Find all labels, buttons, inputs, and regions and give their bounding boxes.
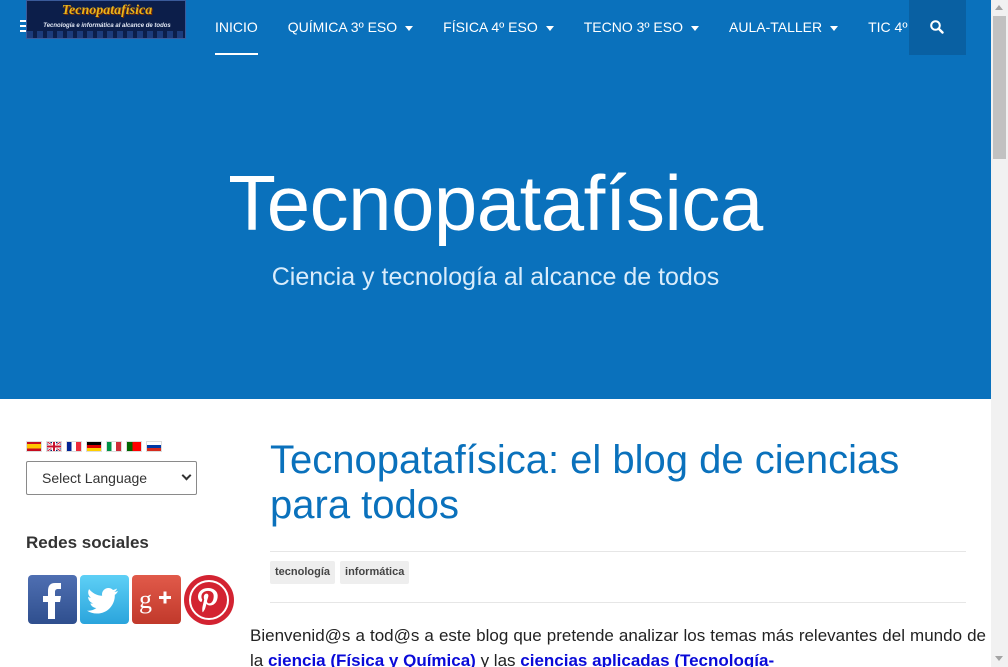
site-title[interactable]: Tecnopatafísica (0, 158, 991, 248)
menu-label: INICIO (215, 19, 258, 35)
site-tagline: Ciencia y tecnología al alcance de todos (271, 263, 720, 291)
search-button[interactable] (909, 0, 966, 55)
link-ciencias-aplicadas[interactable]: ciencias aplicadas (Tecnología- (520, 651, 774, 667)
scroll-up-arrow-icon[interactable] (995, 5, 1003, 10)
top-navbar: Tecnopatafísica Tecnología e informática… (0, 0, 991, 55)
google-plus-icon[interactable]: g (132, 575, 181, 624)
scrollbar-thumb[interactable] (993, 16, 1006, 159)
hero-banner: Tecnopatafísica Ciencia y tecnología al … (0, 55, 991, 399)
language-select-value: Select Language (42, 470, 148, 486)
language-select[interactable]: Select Language (26, 461, 197, 495)
post-intro: Bienvenid@s a tod@s a este blog que pret… (250, 623, 986, 667)
language-flags (26, 441, 162, 452)
menu-item-inicio[interactable]: INICIO (215, 0, 258, 55)
caret-down-icon (545, 25, 554, 31)
english-flag-icon[interactable] (46, 441, 62, 452)
social-links: g (28, 575, 234, 625)
menu-item-fisica[interactable]: FÍSICA 4º ESO (443, 0, 554, 55)
facebook-icon[interactable] (28, 575, 77, 624)
scroll-down-arrow-icon[interactable] (995, 656, 1003, 661)
site-logo[interactable]: Tecnopatafísica Tecnología e informática… (26, 0, 186, 39)
link-ciencia[interactable]: ciencia (Física y Química) (268, 651, 476, 667)
pinterest-icon[interactable] (184, 575, 234, 625)
italian-flag-icon[interactable] (106, 441, 122, 452)
logo-decoration (27, 31, 185, 38)
french-flag-icon[interactable] (66, 441, 82, 452)
social-heading: Redes sociales (26, 533, 149, 552)
caret-down-icon (405, 25, 414, 31)
tag-informatica[interactable]: informática (340, 561, 410, 584)
menu-item-quimica[interactable]: QUÍMICA 3º ESO (287, 0, 414, 55)
menu-label: AULA-TALLER (729, 19, 823, 35)
menu-label: QUÍMICA 3º ESO (287, 19, 398, 35)
german-flag-icon[interactable] (86, 441, 102, 452)
divider (270, 602, 966, 603)
post-tags: tecnología informática (270, 561, 410, 584)
logo-title: Tecnopatafísica (61, 3, 153, 18)
menu-item-tecno[interactable]: TECNO 3º ESO (584, 0, 699, 55)
caret-down-icon (691, 25, 699, 31)
menu-label: TECNO 3º ESO (583, 19, 683, 35)
chevron-down-icon (181, 470, 192, 481)
divider (270, 551, 966, 552)
twitter-icon[interactable] (80, 575, 129, 624)
logo-tagline: Tecnología e informática al alcance de t… (43, 23, 171, 29)
search-icon (930, 20, 944, 34)
main-menu: INICIO QUÍMICA 3º ESO FÍSICA 4º ESO TECN… (215, 0, 937, 55)
menu-item-aula-taller[interactable]: AULA-TALLER (729, 0, 839, 55)
russian-flag-icon[interactable] (146, 441, 162, 452)
menu-label: TIC 4º (868, 19, 908, 35)
intro-text: y las (480, 651, 516, 667)
svg-text:g: g (139, 585, 152, 614)
portuguese-flag-icon[interactable] (126, 441, 142, 452)
page-scrollbar[interactable] (991, 0, 1008, 667)
spanish-flag-icon[interactable] (26, 441, 42, 452)
post-title[interactable]: Tecnopatafísica: el blog de ciencias par… (270, 438, 970, 528)
menu-item-tic[interactable]: TIC 4º (868, 0, 907, 55)
tag-tecnologia[interactable]: tecnología (270, 561, 336, 584)
menu-label: FÍSICA 4º ESO (443, 19, 538, 35)
caret-down-icon (830, 25, 839, 31)
